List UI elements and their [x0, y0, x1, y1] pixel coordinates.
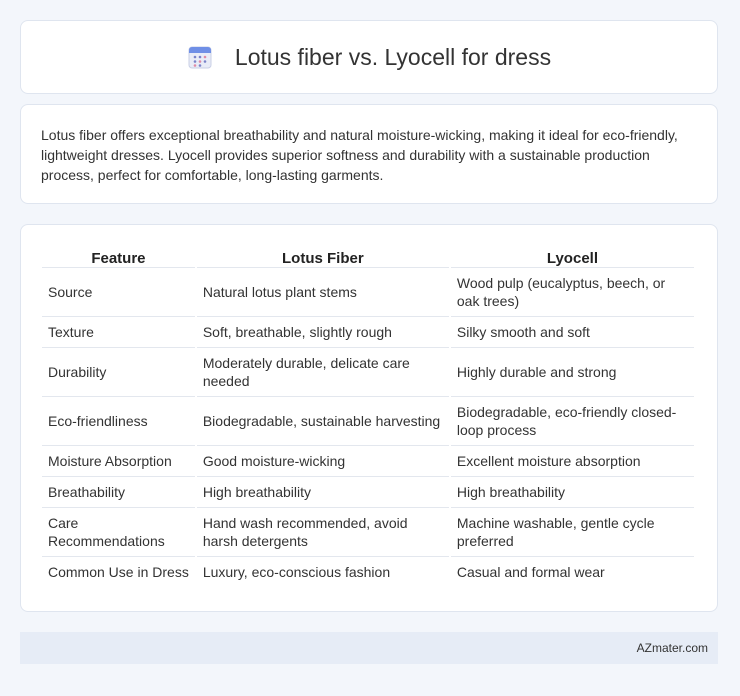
lyocell-cell: Casual and formal wear — [456, 564, 605, 580]
lotus-cell: Moderately durable, delicate care needed — [196, 348, 449, 397]
lyocell-cell: Wood pulp (eucalyptus, beech, or oak tre… — [450, 268, 694, 317]
comparison-table-card: Feature Lotus Fiber Lyocell Source Natur… — [20, 224, 718, 612]
table-row: Breathability High breathability High br… — [42, 477, 694, 508]
table-row: Care Recommendations Hand wash recommend… — [42, 508, 694, 557]
column-header: Feature — [42, 245, 195, 268]
lotus-cell: Luxury, eco-conscious fashion — [202, 564, 391, 580]
table-header-row: Feature Lotus Fiber Lyocell — [42, 245, 694, 268]
table-row: Common Use in Dress Luxury, eco-consciou… — [42, 557, 694, 587]
lyocell-cell: Biodegradable, eco-friendly closed-loop … — [450, 397, 694, 446]
feature-cell: Durability — [42, 348, 195, 397]
footer-brand: AZmater.com — [636, 641, 708, 655]
lyocell-cell: Highly durable and strong — [450, 348, 694, 397]
feature-cell: Care Recommendations — [42, 508, 195, 557]
page-title: Lotus fiber vs. Lyocell for dress — [234, 43, 552, 70]
feature-cell: Common Use in Dress — [48, 564, 189, 580]
table-row: Durability Moderately durable, delicate … — [42, 348, 694, 397]
lotus-cell: Good moisture-wicking — [196, 446, 449, 477]
summary-text: Lotus fiber offers exceptional breathabi… — [41, 127, 678, 183]
feature-cell: Texture — [42, 317, 195, 348]
footer: AZmater.com — [20, 632, 718, 664]
lotus-cell: Natural lotus plant stems — [196, 268, 449, 317]
lyocell-cell: Silky smooth and soft — [450, 317, 694, 348]
title-card: Lotus fiber vs. Lyocell for dress — [20, 20, 718, 94]
lyocell-cell: Machine washable, gentle cycle preferred — [450, 508, 694, 557]
lyocell-cell: High breathability — [450, 477, 694, 508]
lyocell-cell: Excellent moisture absorption — [450, 446, 694, 477]
lotus-cell: Soft, breathable, slightly rough — [196, 317, 449, 348]
comparison-table: Feature Lotus Fiber Lyocell Source Natur… — [40, 245, 696, 587]
column-header: Lyocell — [450, 245, 694, 268]
table-row: Moisture Absorption Good moisture-wickin… — [42, 446, 694, 477]
feature-cell: Source — [42, 268, 195, 317]
lotus-cell: Biodegradable, sustainable harvesting — [196, 397, 449, 446]
calendar-icon — [187, 44, 213, 70]
lotus-cell: High breathability — [196, 477, 449, 508]
table-row: Texture Soft, breathable, slightly rough… — [42, 317, 694, 348]
lotus-cell: Hand wash recommended, avoid harsh deter… — [196, 508, 449, 557]
summary-card: Lotus fiber offers exceptional breathabi… — [20, 104, 718, 204]
column-header: Lotus Fiber — [196, 245, 449, 268]
table-row: Eco-friendliness Biodegradable, sustaina… — [42, 397, 694, 446]
feature-cell: Eco-friendliness — [42, 397, 195, 446]
feature-cell: Moisture Absorption — [42, 446, 195, 477]
feature-cell: Breathability — [42, 477, 195, 508]
table-row: Source Natural lotus plant stems Wood pu… — [42, 268, 694, 317]
